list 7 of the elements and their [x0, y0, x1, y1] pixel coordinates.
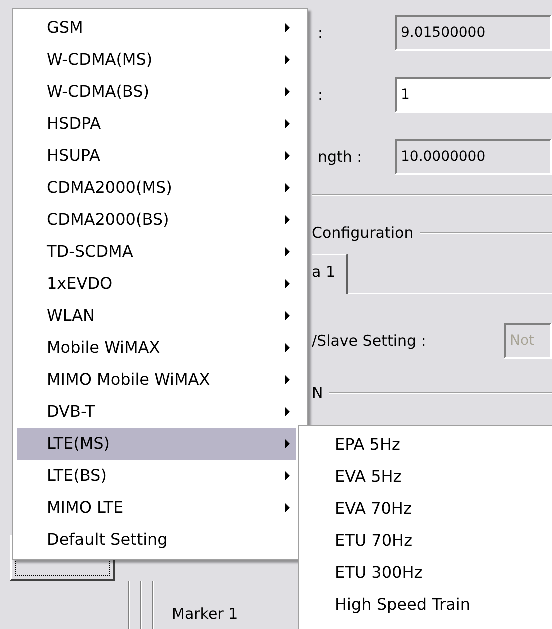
section-title: N — [312, 382, 324, 404]
field-label: /Slave Setting : — [312, 330, 428, 352]
field-label: : — [317, 84, 324, 106]
group-title: Configuration — [312, 222, 414, 244]
marker-label: Marker 1 — [172, 604, 238, 625]
field-label: : — [317, 22, 324, 44]
field-label: ngth : — [317, 146, 364, 168]
